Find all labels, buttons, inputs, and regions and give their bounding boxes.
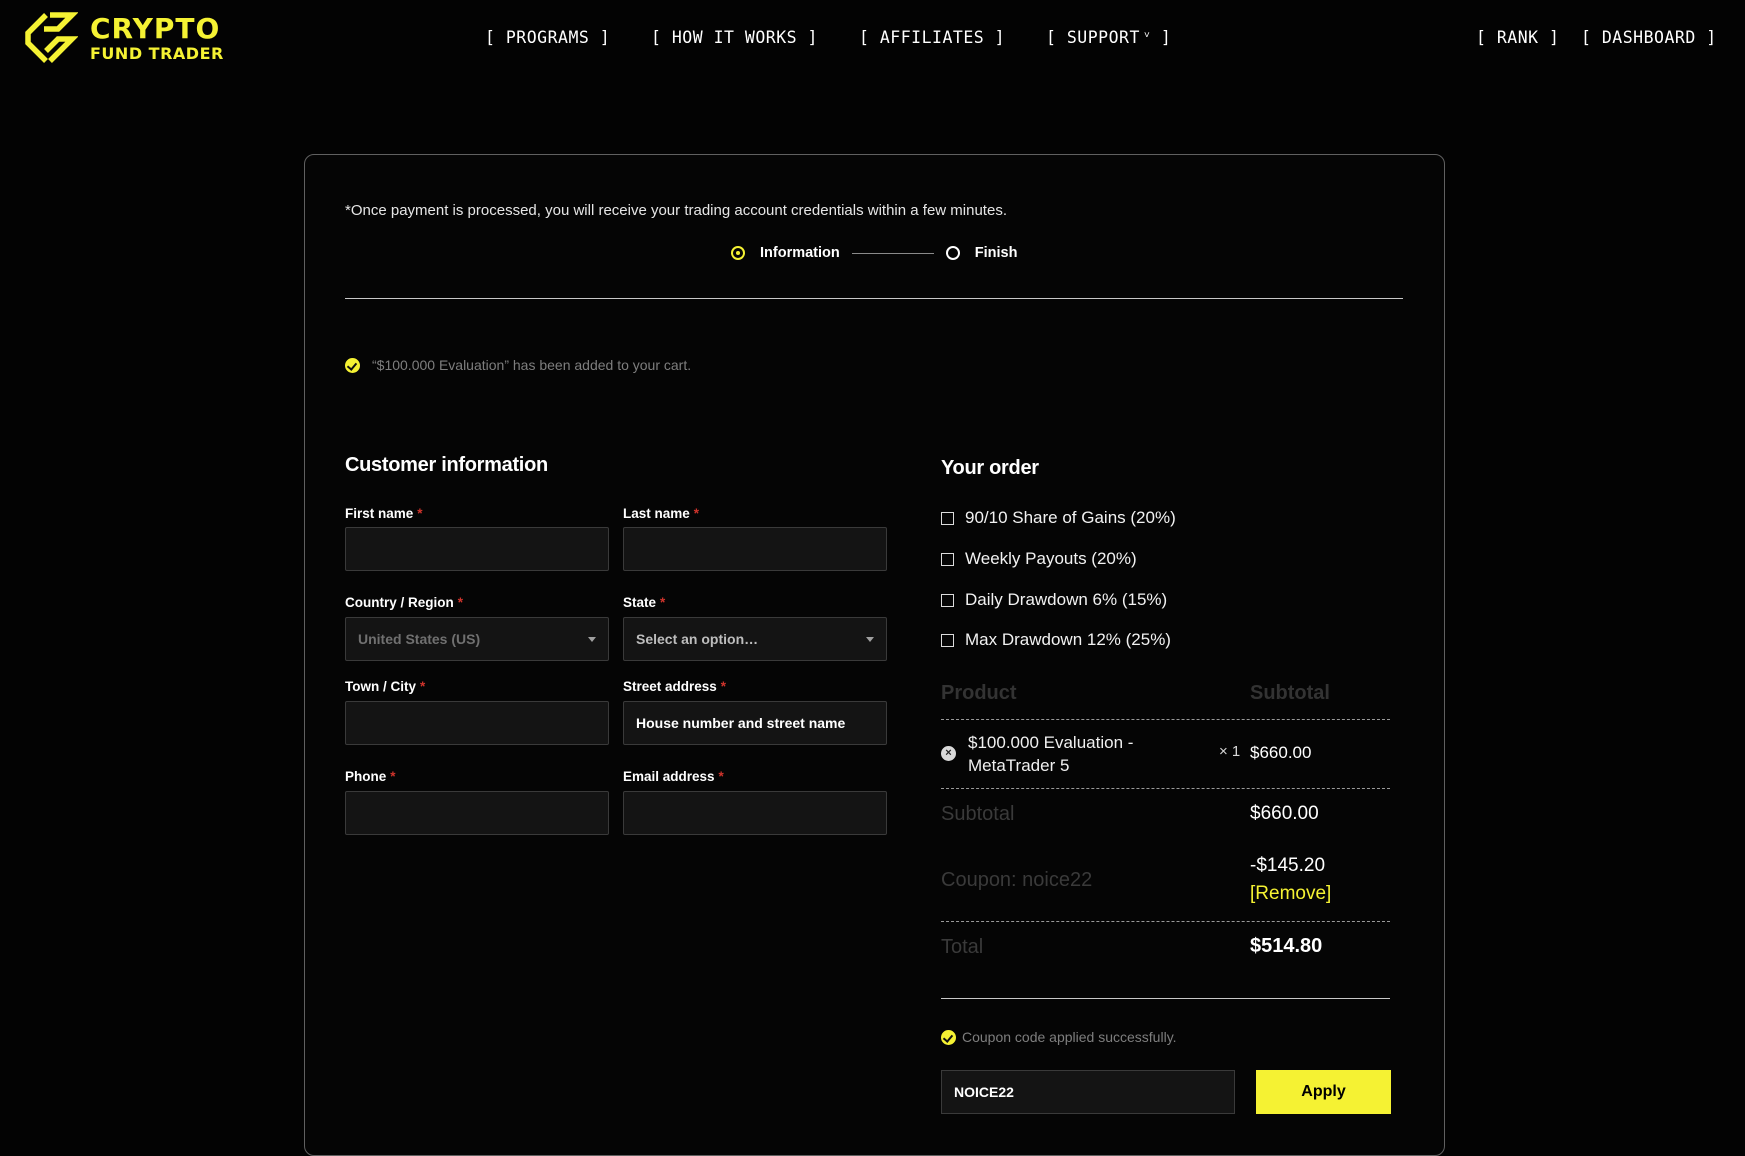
nav-programs[interactable]: [ PROGRAMS ] <box>485 28 610 47</box>
nav-support-label: [ SUPPORT <box>1046 28 1140 47</box>
phone-input[interactable] <box>345 791 609 835</box>
chevron-down-icon: ˅ <box>1143 30 1151 41</box>
header-divider <box>345 298 1403 299</box>
order-product-name: $100.000 Evaluation - MetaTrader 5 <box>968 733 1134 775</box>
last-name-input[interactable] <box>623 527 887 571</box>
nav-affiliates[interactable]: [ AFFILIATES ] <box>859 28 1005 47</box>
last-name-label: Last name * <box>623 506 700 521</box>
nav-dashboard[interactable]: [ DASHBOARD ] <box>1581 28 1717 47</box>
coupon-success-text: Coupon code applied successfully. <box>962 1029 1177 1045</box>
brand-name: CRYPTO FUND TRADER <box>90 11 224 63</box>
payment-notice: *Once payment is processed, you will rec… <box>345 202 1007 219</box>
customer-info-title: Customer information <box>345 454 548 476</box>
caret-down-icon <box>866 636 874 642</box>
subtotal-value: $660.00 <box>1250 803 1319 824</box>
coupon-success-message: Coupon code applied successfully. <box>941 1029 1177 1045</box>
town-label: Town / City * <box>345 679 426 694</box>
subtotal-label: Subtotal <box>941 803 1015 825</box>
row-divider <box>941 788 1390 789</box>
country-select[interactable]: United States (US) <box>345 617 609 661</box>
nav-support[interactable]: [ SUPPORT ˅ ] <box>1046 28 1171 47</box>
country-select-value: United States (US) <box>358 631 481 647</box>
col-product-header: Product <box>941 682 1017 704</box>
nav-how-it-works[interactable]: [ HOW IT WORKS ] <box>651 28 818 47</box>
brand-logo[interactable]: CRYPTO FUND TRADER <box>20 12 224 64</box>
state-label: State * <box>623 595 666 610</box>
addon-weekly-payouts[interactable]: Weekly Payouts (20%) <box>941 549 1137 569</box>
step-connector <box>851 252 934 254</box>
coupon-label: Coupon: noice22 <box>941 869 1093 891</box>
order-product-qty: × 1 <box>1219 743 1241 760</box>
nav-support-bracket: ] <box>1160 28 1172 47</box>
order-product-price: $660.00 <box>1250 743 1312 762</box>
email-input[interactable] <box>623 791 887 835</box>
remove-item-icon[interactable]: × <box>941 746 956 761</box>
email-label: Email address * <box>623 769 724 784</box>
check-circle-icon <box>941 1029 956 1045</box>
your-order-title: Your order <box>941 457 1039 479</box>
apply-coupon-button[interactable]: Apply <box>1256 1070 1391 1114</box>
addon-checkbox[interactable] <box>941 593 954 607</box>
cart-added-text: “$100.000 Evaluation” has been added to … <box>372 357 692 373</box>
coupon-code-input[interactable] <box>941 1070 1235 1114</box>
logo-icon <box>25 12 78 63</box>
brand-line1: CRYPTO <box>90 11 221 45</box>
coupon-discount-value: -$145.20 <box>1250 855 1326 876</box>
state-select-value: Select an option… <box>636 631 759 647</box>
brand-line2: FUND TRADER <box>90 43 224 63</box>
step-information-radio <box>731 246 745 260</box>
addon-daily-drawdown[interactable]: Daily Drawdown 6% (15%) <box>941 590 1167 610</box>
addon-share-of-gains[interactable]: 90/10 Share of Gains (20%) <box>941 508 1176 528</box>
row-divider <box>941 921 1390 922</box>
order-bottom-divider <box>941 998 1390 999</box>
row-divider <box>941 719 1390 720</box>
addon-checkbox[interactable] <box>941 552 954 566</box>
total-label: Total <box>941 936 984 958</box>
step-information-label: Information <box>760 245 840 261</box>
country-label: Country / Region * <box>345 595 464 610</box>
addon-max-drawdown[interactable]: Max Drawdown 12% (25%) <box>941 630 1171 650</box>
street-input[interactable] <box>623 701 887 745</box>
step-finish-label: Finish <box>974 245 1018 261</box>
coupon-remove-link[interactable]: [Remove] <box>1250 883 1331 905</box>
first-name-input[interactable] <box>345 527 609 571</box>
total-value: $514.80 <box>1250 935 1323 957</box>
addon-checkbox[interactable] <box>941 511 954 525</box>
step-finish-radio <box>945 246 960 260</box>
cart-added-message: “$100.000 Evaluation” has been added to … <box>345 357 691 373</box>
checkout-steps: Information Finish <box>731 245 1017 261</box>
caret-down-icon <box>588 636 596 642</box>
town-input[interactable] <box>345 701 609 745</box>
addon-checkbox[interactable] <box>941 633 954 647</box>
checkout-card: *Once payment is processed, you will rec… <box>304 154 1445 1156</box>
check-circle-icon <box>345 357 360 373</box>
phone-label: Phone * <box>345 769 396 784</box>
col-subtotal-header: Subtotal <box>1250 682 1330 704</box>
state-select[interactable]: Select an option… <box>623 617 887 661</box>
first-name-label: First name * <box>345 506 423 521</box>
nav-rank[interactable]: [ RANK ] <box>1476 28 1559 47</box>
street-label: Street address * <box>623 679 727 694</box>
